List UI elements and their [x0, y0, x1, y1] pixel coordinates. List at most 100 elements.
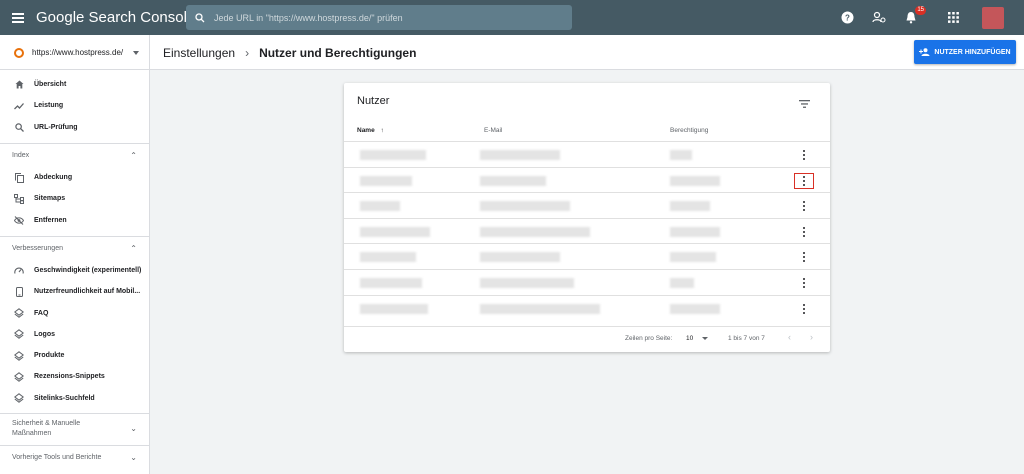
redacted-name — [360, 226, 430, 237]
redacted-name — [360, 303, 428, 314]
table-row[interactable] — [344, 166, 830, 193]
sidebar-item-removals[interactable]: Entfernen — [0, 209, 149, 230]
sidebar-item-products[interactable]: Produkte — [0, 345, 149, 366]
sidebar-item-label: Übersicht — [34, 81, 67, 89]
breadcrumb: Einstellungen › Nutzer und Berechtigunge… — [163, 35, 416, 70]
sidebar: Übersicht Leistung URL-Prüfung Index ⌃ A… — [0, 70, 150, 474]
chevron-right-icon: › — [245, 45, 250, 60]
table-row[interactable] — [344, 192, 830, 218]
account-settings-icon[interactable] — [870, 9, 888, 27]
sidebar-item-sitelinks-searchbox[interactable]: Sitelinks-Suchfeld — [0, 388, 149, 409]
sitemap-icon — [14, 193, 24, 204]
section-security[interactable]: Sicherheit & Manuelle Maßnahmen ⌄ — [0, 412, 149, 445]
sidebar-item-coverage[interactable]: Abdeckung — [0, 167, 149, 188]
section-title: Sicherheit & Manuelle Maßnahmen — [12, 420, 81, 438]
sidebar-item-label: FAQ — [34, 309, 49, 317]
chevron-down-icon: ⌄ — [130, 424, 137, 434]
redacted-permission — [670, 303, 720, 314]
previous-page-icon[interactable]: ‹ — [788, 332, 791, 342]
table-row[interactable] — [344, 217, 830, 244]
sidebar-item-label: URL-Prüfung — [34, 123, 78, 131]
rows-per-page-label: Zeilen pro Seite: — [625, 335, 673, 342]
sidebar-item-review-snippets[interactable]: Rezensions-Snippets — [0, 366, 149, 387]
more-options-icon[interactable] — [794, 301, 814, 317]
table-row[interactable] — [344, 268, 830, 295]
section-index[interactable]: Index ⌃ — [0, 142, 149, 167]
more-options-icon[interactable] — [794, 249, 814, 265]
filter-icon[interactable] — [799, 95, 810, 113]
sidebar-item-label: Entfernen — [34, 216, 67, 224]
chevron-down-icon — [133, 50, 139, 55]
menu-icon[interactable] — [0, 0, 36, 35]
table-row[interactable] — [344, 243, 830, 269]
more-options-icon[interactable] — [794, 224, 814, 240]
notification-badge: 15 — [915, 5, 926, 15]
search-input[interactable] — [214, 12, 554, 23]
sidebar-item-overview[interactable]: Übersicht — [0, 74, 149, 95]
app-title[interactable]: Google Search Console — [36, 9, 195, 26]
url-inspection-search[interactable] — [186, 5, 572, 30]
top-app-bar: Google Search Console ? 15 — [0, 0, 1024, 35]
more-options-icon[interactable] — [794, 198, 814, 214]
sidebar-item-label: Nutzerfreundlichkeit auf Mobil... — [34, 288, 141, 296]
redacted-email — [480, 150, 560, 160]
add-user-label: NUTZER HINZUFÜGEN — [934, 48, 1011, 56]
sidebar-item-sitemaps[interactable]: Sitemaps — [0, 188, 149, 209]
sidebar-item-speed[interactable]: Geschwindigkeit (experimentell) — [0, 260, 149, 281]
sidebar-item-faq[interactable]: FAQ — [0, 302, 149, 323]
layers-icon — [14, 372, 24, 382]
apps-grid-icon[interactable] — [944, 9, 962, 27]
redacted-name — [360, 150, 426, 160]
dropdown-arrow-icon[interactable] — [702, 337, 708, 340]
sidebar-item-label: Abdeckung — [34, 174, 73, 182]
eye-off-icon — [14, 215, 24, 225]
column-header-name[interactable]: Name ↑ — [357, 127, 384, 134]
table-row[interactable] — [344, 141, 830, 167]
add-user-button[interactable]: NUTZER HINZUFÜGEN — [914, 40, 1016, 64]
copy-icon — [14, 172, 24, 183]
more-options-icon[interactable] — [794, 172, 814, 189]
card-title: Nutzer — [357, 95, 390, 107]
users-card: Nutzer Name ↑ E-Mail Berechtigung Zeilen… — [344, 83, 830, 352]
avatar[interactable] — [982, 6, 1004, 29]
sidebar-item-performance[interactable]: Leistung — [0, 95, 149, 116]
sidebar-item-label: Sitelinks-Suchfeld — [34, 394, 95, 402]
person-add-icon — [919, 48, 930, 56]
sidebar-item-label: Logos — [34, 330, 55, 338]
search-icon — [186, 12, 214, 23]
layers-icon — [14, 350, 24, 361]
svg-text:?: ? — [845, 13, 850, 22]
chevron-up-icon: ⌃ — [130, 243, 137, 253]
rows-per-page-select[interactable]: 10 — [686, 335, 693, 342]
page-header: https://www.hostpress.de/ Einstellungen … — [0, 35, 1024, 70]
property-selector[interactable]: https://www.hostpress.de/ — [0, 35, 150, 70]
column-name-label: Name — [357, 127, 375, 134]
table-row[interactable] — [344, 294, 830, 321]
redacted-email — [480, 277, 574, 288]
breadcrumb-settings[interactable]: Einstellungen — [163, 46, 235, 60]
sidebar-item-url-inspection[interactable]: URL-Prüfung — [0, 117, 149, 138]
home-icon — [14, 80, 24, 90]
search-icon — [14, 122, 24, 132]
column-header-permission[interactable]: Berechtigung — [670, 127, 708, 134]
more-options-icon[interactable] — [794, 147, 814, 163]
layers-icon — [14, 393, 24, 404]
sidebar-item-label: Geschwindigkeit (experimentell) — [34, 266, 142, 274]
page-title: Nutzer und Berechtigungen — [259, 45, 417, 60]
sidebar-item-mobile-usability[interactable]: Nutzerfreundlichkeit auf Mobil... — [0, 281, 149, 302]
sidebar-item-logos[interactable]: Logos — [0, 324, 149, 345]
redacted-permission — [670, 150, 692, 160]
section-improvements[interactable]: Verbesserungen ⌃ — [0, 235, 149, 260]
redacted-email — [480, 201, 570, 212]
section-title: Vorherige Tools und Berichte — [12, 453, 102, 461]
column-header-email[interactable]: E-Mail — [484, 127, 502, 134]
redacted-name — [360, 201, 400, 212]
layers-icon — [14, 308, 24, 318]
more-options-icon[interactable] — [794, 275, 814, 291]
redacted-permission — [670, 226, 720, 237]
users-table-body — [344, 141, 830, 320]
section-legacy-tools[interactable]: Vorherige Tools und Berichte ⌄ — [0, 444, 149, 469]
notifications-icon[interactable]: 15 — [902, 5, 926, 27]
help-icon[interactable]: ? — [838, 9, 856, 27]
next-page-icon[interactable]: › — [810, 332, 813, 342]
